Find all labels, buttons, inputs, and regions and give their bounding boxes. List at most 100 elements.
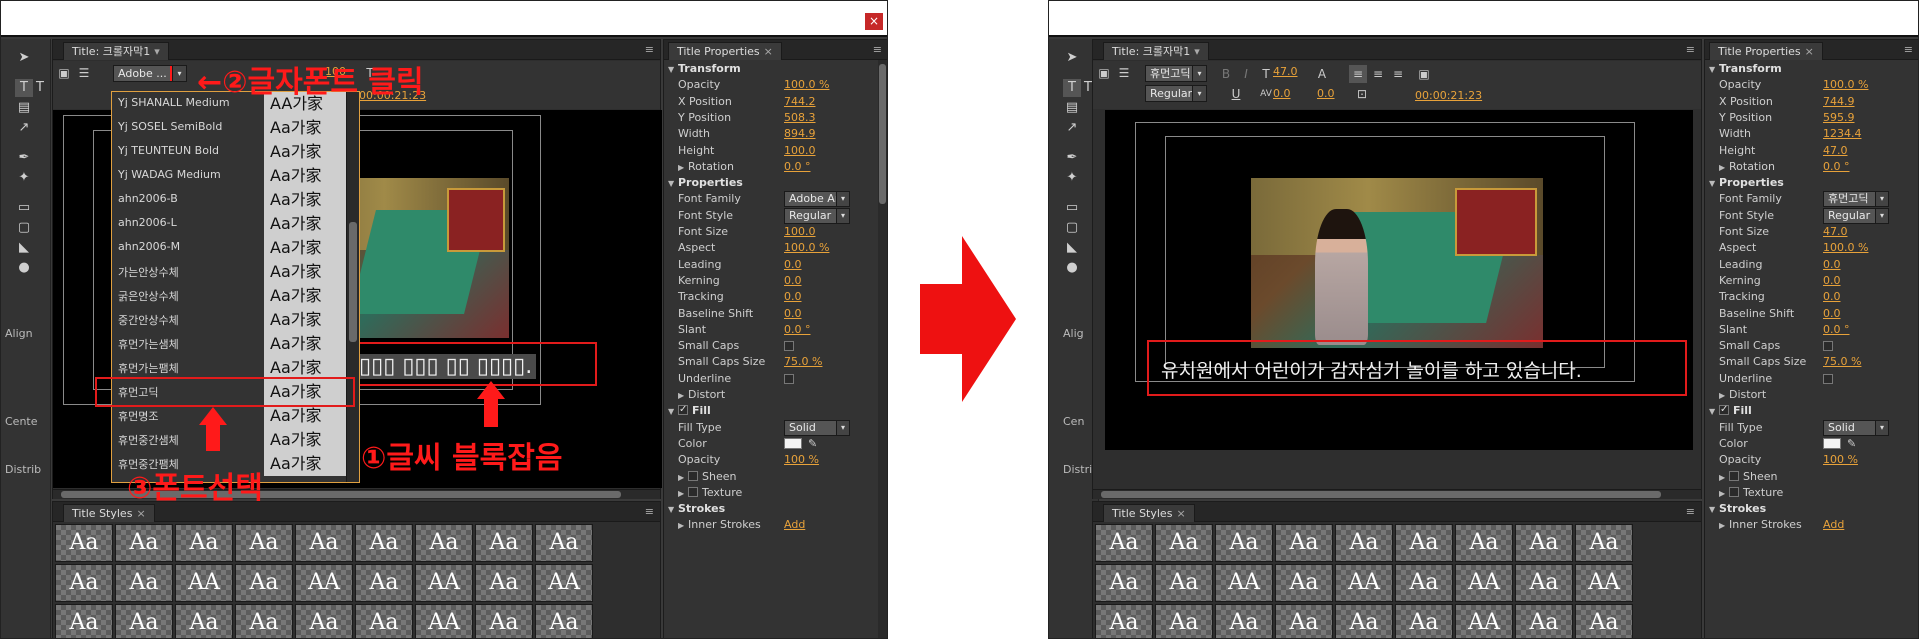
style-swatch[interactable]: AA <box>1455 564 1513 602</box>
style-swatch[interactable]: Aa <box>1155 524 1213 562</box>
close-icon[interactable]: × <box>764 43 773 61</box>
align-left-icon[interactable]: ≡ <box>1349 65 1367 83</box>
expand-triangle-icon[interactable]: ▶ <box>1719 517 1729 535</box>
ellipse-tool-icon[interactable]: ● <box>15 259 33 277</box>
style-swatch[interactable]: Aa <box>1395 524 1453 562</box>
style-swatch[interactable]: Aa <box>475 564 533 602</box>
style-swatch[interactable]: Aa <box>1275 564 1333 602</box>
anchor-tool-icon[interactable]: ✦ <box>15 169 33 187</box>
style-swatch[interactable]: Aa <box>415 524 473 562</box>
font-style-dropdown[interactable]: Regular ▾ <box>784 207 850 224</box>
style-swatch[interactable]: Aa <box>1515 604 1573 638</box>
wedge-tool-icon[interactable]: ◣ <box>15 239 33 257</box>
style-swatch[interactable]: Aa <box>295 524 353 562</box>
tab-title-properties[interactable]: Title Properties × <box>1709 42 1823 60</box>
fill-type-dropdown[interactable]: Solid ▾ <box>784 419 850 436</box>
slant-value[interactable]: 0.0 ° <box>784 321 811 339</box>
slant-value[interactable]: 0.0 ° <box>1823 321 1850 339</box>
font-list-item[interactable]: 중간안상수체 Aa가家 <box>112 308 359 332</box>
style-swatch[interactable]: Aa <box>1335 524 1393 562</box>
leading-value[interactable]: 0.0 <box>1823 256 1841 274</box>
font-family-dropdown[interactable]: 휴먼고딕 ▾ <box>1145 65 1207 82</box>
rectangle-tool-icon[interactable]: ▭ <box>1063 199 1081 217</box>
fill-color-swatch[interactable] <box>1823 437 1841 449</box>
path-type-tool-icon[interactable]: ↗ <box>15 119 33 137</box>
close-button[interactable]: × <box>865 13 883 30</box>
style-swatch[interactable]: Aa <box>1155 564 1213 602</box>
small-caps-size-value[interactable]: 75.0 % <box>784 353 822 371</box>
panel-menu-icon[interactable]: ≡ <box>873 43 882 56</box>
align-center-icon[interactable]: ≡ <box>1369 65 1387 83</box>
fill-checkbox[interactable] <box>1719 401 1729 419</box>
texture-checkbox[interactable] <box>688 486 698 497</box>
font-list-item[interactable]: ahn2006-B Aa가家 <box>112 188 359 212</box>
y-position-value[interactable]: 595.9 <box>1823 109 1855 127</box>
style-swatch[interactable]: Aa <box>1095 524 1153 562</box>
dropdown-arrow-icon[interactable]: ▾ <box>1875 420 1888 435</box>
texture-checkbox[interactable] <box>1729 486 1739 497</box>
style-swatch[interactable]: Aa <box>1155 604 1213 638</box>
fill-opacity-value[interactable]: 100 % <box>784 451 819 469</box>
underline-checkbox[interactable] <box>784 373 794 384</box>
style-swatch[interactable]: Aa <box>1395 604 1453 638</box>
pen-tool-icon[interactable]: ✒ <box>1063 149 1081 167</box>
fill-checkbox[interactable] <box>678 401 688 419</box>
fill-type-dropdown[interactable]: Solid ▾ <box>1823 419 1889 436</box>
tracking-value[interactable]: 0.0 <box>1823 288 1841 306</box>
show-video-icon[interactable]: ▣ <box>1415 65 1433 83</box>
font-list-item[interactable]: 굵은안상수체 Aa가家 <box>112 284 359 308</box>
style-swatch[interactable]: Aa <box>1275 604 1333 638</box>
props-vscrollbar[interactable] <box>878 60 887 638</box>
expand-triangle-icon[interactable]: ▶ <box>678 517 688 535</box>
style-swatch[interactable]: Aa <box>115 524 173 562</box>
eyedropper-icon[interactable]: ✎ <box>1847 435 1856 453</box>
dropdown-arrow-icon[interactable]: ▾ <box>170 66 186 81</box>
underline-icon[interactable]: U <box>1227 85 1245 103</box>
fill-opacity-value[interactable]: 100 % <box>1823 451 1858 469</box>
style-swatch[interactable]: Aa <box>175 604 233 638</box>
sheen-checkbox[interactable] <box>688 470 698 481</box>
dropdown-arrow-icon[interactable]: ▾ <box>1192 86 1206 101</box>
vertical-type-tool-icon[interactable]: T <box>31 79 49 97</box>
dropdown-icon[interactable]: ▾ <box>1194 43 1200 61</box>
style-swatch[interactable]: Aa <box>235 604 293 638</box>
selection-tool-icon[interactable]: ➤ <box>1063 49 1081 67</box>
bold-icon[interactable]: B <box>1217 65 1235 83</box>
font-list-item[interactable]: Yj WADAG Medium Aa가家 <box>112 164 359 188</box>
tracking-value[interactable]: 0.0 <box>784 288 802 306</box>
height-value[interactable]: 47.0 <box>1823 142 1848 160</box>
style-swatch[interactable]: Aa <box>535 604 593 638</box>
dropdown-icon[interactable]: ▾ <box>154 43 160 61</box>
wedge-tool-icon[interactable]: ◣ <box>1063 239 1081 257</box>
rectangle-tool-icon[interactable]: ▭ <box>15 199 33 217</box>
tab-title-styles[interactable]: Title Styles × <box>63 504 155 522</box>
style-swatch[interactable]: AA <box>1335 564 1393 602</box>
small-caps-size-value[interactable]: 75.0 % <box>1823 353 1861 371</box>
selection-tool-icon[interactable]: ➤ <box>15 49 33 67</box>
width-value[interactable]: 1234.4 <box>1823 125 1862 143</box>
close-icon[interactable]: × <box>1805 43 1814 61</box>
timecode[interactable]: 00:00:21:23 <box>1415 89 1482 102</box>
style-swatch[interactable]: Aa <box>1275 524 1333 562</box>
style-swatch[interactable]: AA <box>1455 604 1513 638</box>
tab-stops-icon[interactable]: ⊡ <box>1353 85 1371 103</box>
style-swatch[interactable]: Aa <box>1455 524 1513 562</box>
style-swatch[interactable]: Aa <box>355 524 413 562</box>
x-position-value[interactable]: 744.9 <box>1823 93 1855 111</box>
y-position-value[interactable]: 508.3 <box>784 109 816 127</box>
style-swatch[interactable]: Aa <box>1575 524 1633 562</box>
style-swatch[interactable]: AA <box>415 604 473 638</box>
style-swatch[interactable]: AA <box>1575 564 1633 602</box>
dropdown-arrow-icon[interactable]: ▾ <box>836 420 849 435</box>
pen-tool-icon[interactable]: ✒ <box>15 149 33 167</box>
dropdown-arrow-icon[interactable]: ▾ <box>836 192 849 207</box>
font-list-item[interactable]: 가는안상수체 Aa가家 <box>112 260 359 284</box>
tab-title-properties[interactable]: Title Properties × <box>668 42 782 60</box>
kerning-value[interactable]: 0.0 <box>1273 87 1291 100</box>
font-family-list[interactable]: Yj SHANALL Medium AA가家 Yj SOSEL SemiBold Aa… <box>111 91 360 483</box>
height-value[interactable]: 100.0 <box>784 142 816 160</box>
rounded-rect-tool-icon[interactable]: ▢ <box>15 219 33 237</box>
baseline-shift-value[interactable]: 0.0 <box>784 305 802 323</box>
style-swatch[interactable]: AA <box>175 564 233 602</box>
canvas-hscrollbar[interactable] <box>1093 489 1701 499</box>
